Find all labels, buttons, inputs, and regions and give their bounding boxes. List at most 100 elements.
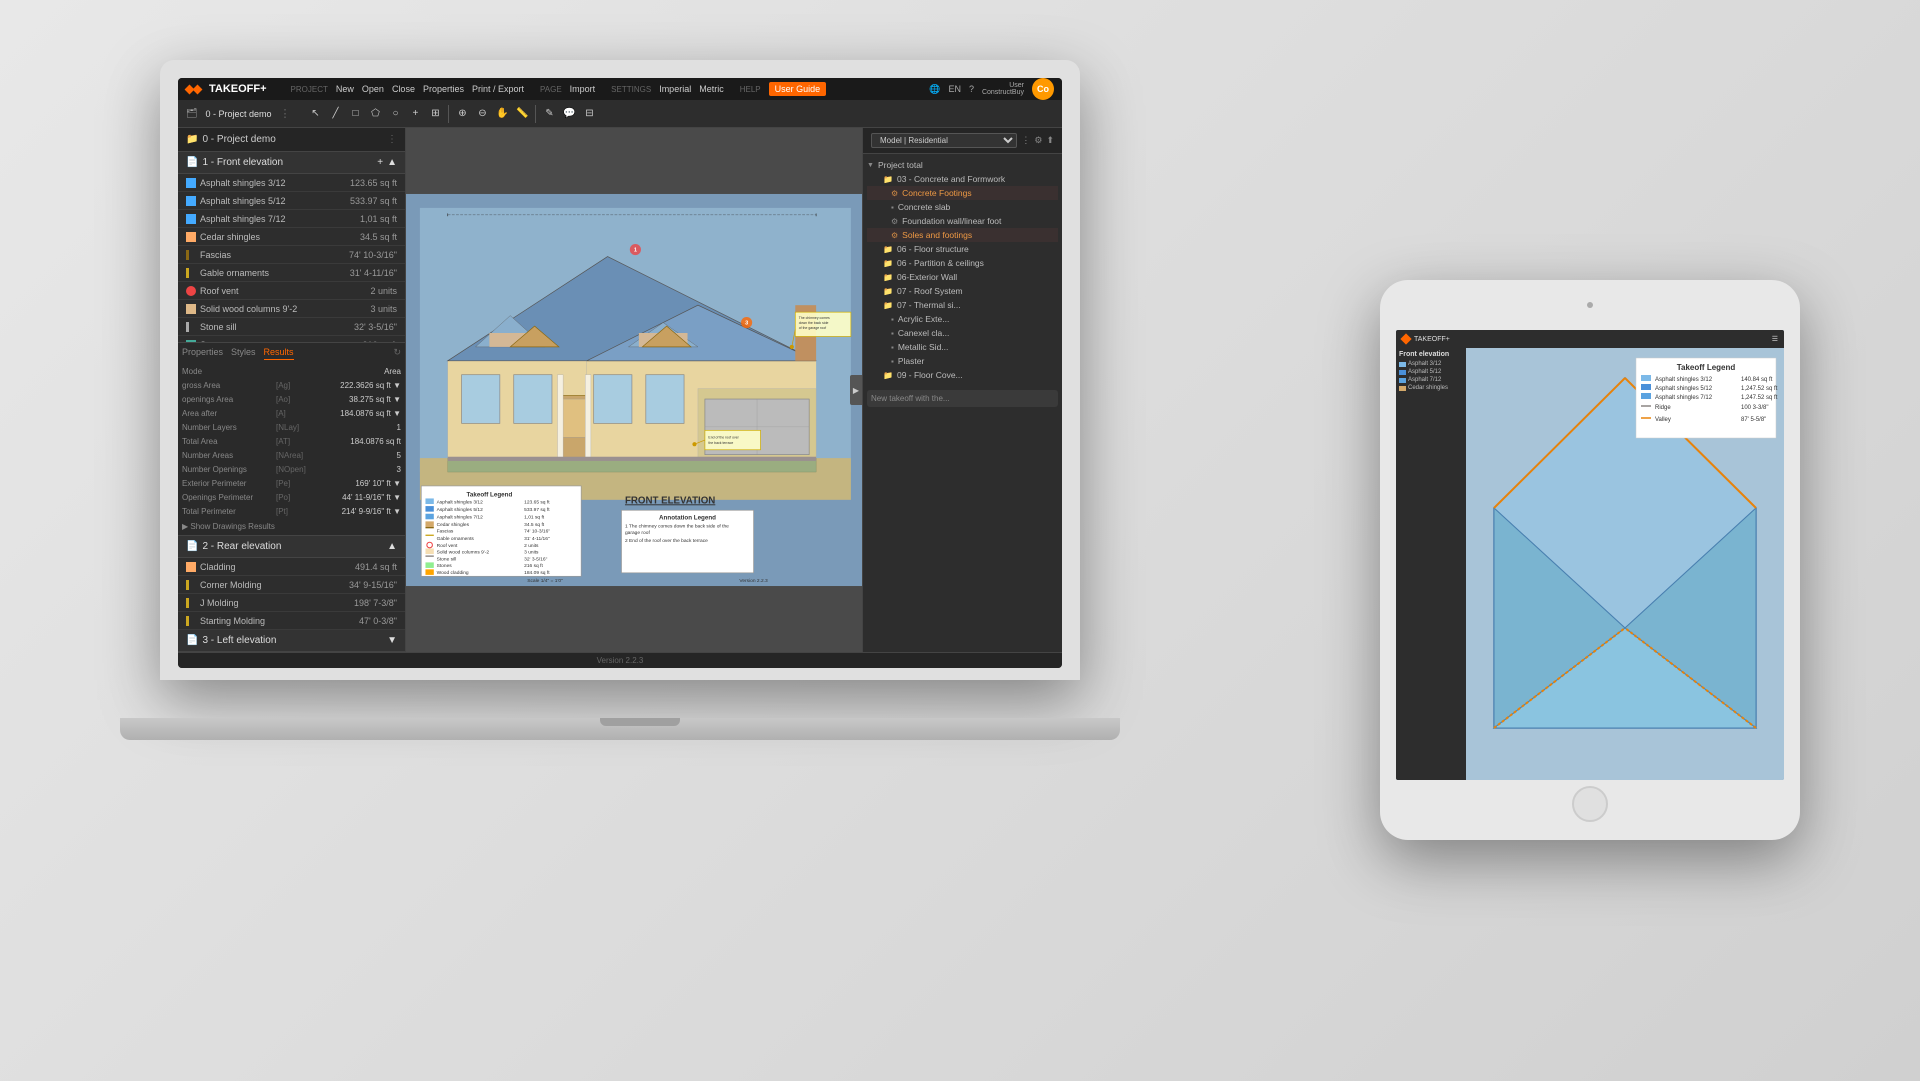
section2-header[interactable]: 📄 2 - Rear elevation ▲ bbox=[178, 536, 405, 558]
zoom-out[interactable]: ⊖ bbox=[473, 105, 491, 123]
menu-group-page: PAGE Import bbox=[540, 84, 595, 94]
tab-results[interactable]: Results bbox=[264, 347, 294, 360]
section-06-floor[interactable]: 📁 06 - Floor structure bbox=[867, 242, 1058, 256]
prop-row-ext-perim: Exterior Perimeter [Pe] 169' 10" ft ▼ bbox=[182, 476, 401, 490]
collapse-btn[interactable]: ▲ bbox=[387, 157, 397, 168]
section-09-floor[interactable]: 📁 09 - Floor Cove... bbox=[867, 368, 1058, 382]
tablet-sidebar: Front elevation Asphalt 3/12 Asphalt 5/1… bbox=[1396, 348, 1466, 780]
tool-icons: ↖ ╱ □ ⬠ ○ + ⊞ ⊕ ⊖ ✋ 📏 ✎ 💬 bbox=[306, 105, 598, 123]
section3-chevron[interactable]: ▼ bbox=[387, 635, 397, 646]
section-07-roof[interactable]: 📁 07 - Roof System bbox=[867, 284, 1058, 298]
panel-toggle[interactable]: ▶ bbox=[850, 375, 862, 405]
export-icon[interactable]: ⬆ bbox=[1046, 135, 1054, 146]
section-07-thermal[interactable]: 📁 07 - Thermal si... bbox=[867, 298, 1058, 312]
menu-import[interactable]: Import bbox=[570, 84, 596, 94]
more-options-icon[interactable]: ⋮ bbox=[1021, 135, 1030, 146]
svg-text:FRONT ELEVATION: FRONT ELEVATION bbox=[625, 495, 715, 506]
list-item[interactable]: Starting Molding 47' 0-3/8" bbox=[178, 612, 405, 630]
list-item[interactable]: J Molding 198' 7-3/8" bbox=[178, 594, 405, 612]
project-menu-icon[interactable]: ⋮ bbox=[387, 134, 397, 145]
select-tool[interactable]: ↖ bbox=[306, 105, 324, 123]
concrete-slab-item[interactable]: ▪ Concrete slab bbox=[867, 200, 1058, 214]
area-tool[interactable]: □ bbox=[346, 105, 364, 123]
secondary-toolbar: 🗂 0 - Project demo ⋮ ↖ ╱ □ ⬠ ○ + ⊞ ⊕ bbox=[178, 100, 1062, 128]
svg-text:Stone sill: Stone sill bbox=[437, 556, 457, 562]
svg-text:3 units: 3 units bbox=[524, 549, 539, 555]
list-item[interactable]: Solid wood columns 9'-2 3 units bbox=[178, 300, 405, 318]
prop-row-nareas: Number Areas [NArea] 5 bbox=[182, 448, 401, 462]
svg-text:123.65 sq ft: 123.65 sq ft bbox=[524, 499, 550, 505]
section2-collapse[interactable]: ▲ bbox=[387, 541, 397, 552]
svg-text:1,01 sq ft: 1,01 sq ft bbox=[524, 515, 545, 521]
item-color-swatch bbox=[186, 322, 196, 332]
list-item[interactable]: Gable ornaments 31' 4-11/16" bbox=[178, 264, 405, 282]
refresh-icon[interactable]: ↻ bbox=[393, 347, 401, 360]
settings-icon[interactable]: ⚙ bbox=[1034, 135, 1042, 146]
ruler-tool[interactable]: 📏 bbox=[513, 105, 531, 123]
menu-metric[interactable]: Metric bbox=[699, 84, 724, 94]
right-panel: Model | Residential ⋮ ⚙ ⬆ ▼ bbox=[862, 128, 1062, 652]
soles-footings-item[interactable]: ⚙ Soles and footings bbox=[867, 228, 1058, 242]
pan-tool[interactable]: ✋ bbox=[493, 105, 511, 123]
add-item-btn[interactable]: + bbox=[377, 157, 383, 168]
list-item[interactable]: Stone sill 32' 3-5/16" bbox=[178, 318, 405, 336]
tablet-menu-icon[interactable]: ☰ bbox=[1772, 335, 1778, 343]
new-takeoff-btn[interactable]: New takeoff with the... bbox=[867, 390, 1058, 407]
callout-tool[interactable]: 💬 bbox=[560, 105, 578, 123]
project-name: 0 - Project demo bbox=[205, 109, 271, 119]
menu-user-guide[interactable]: User Guide bbox=[769, 82, 827, 96]
prop-row-area-after: Area after [A] 184.0876 sq ft ▼ bbox=[182, 406, 401, 420]
plaster-item[interactable]: ▪ Plaster bbox=[867, 354, 1058, 368]
metallic-item[interactable]: ▪ Metallic Sid... bbox=[867, 340, 1058, 354]
count-tool[interactable]: + bbox=[406, 105, 424, 123]
section-06-partition[interactable]: 📁 06 - Partition & ceilings bbox=[867, 256, 1058, 270]
list-item[interactable]: Corner Molding 34' 9-15/16" bbox=[178, 576, 405, 594]
list-item[interactable]: Asphalt shingles 7/12 1,01 sq ft bbox=[178, 210, 405, 228]
model-select[interactable]: Model | Residential bbox=[871, 133, 1017, 148]
prop-row-total-perim: Total Perimeter [Pt] 214' 9-9/16" ft ▼ bbox=[182, 504, 401, 518]
foundation-wall-item[interactable]: ⚙ Foundation wall/linear foot bbox=[867, 214, 1058, 228]
tablet-canvas: Takeoff Legend Asphalt shingles 3/12 140… bbox=[1466, 348, 1784, 780]
list-item[interactable]: Fascias 74' 10-3/16" bbox=[178, 246, 405, 264]
line-tool[interactable]: ╱ bbox=[326, 105, 344, 123]
concrete-footings-item[interactable]: ⚙ Concrete Footings bbox=[867, 186, 1058, 200]
svg-text:Roof vent: Roof vent bbox=[437, 543, 458, 549]
canexel-item[interactable]: ▪ Canexel cla... bbox=[867, 326, 1058, 340]
list-item[interactable]: Asphalt shingles 5/12 533.97 sq ft bbox=[178, 192, 405, 210]
menu-properties[interactable]: Properties bbox=[423, 84, 464, 94]
list-item[interactable]: Cladding 491.4 sq ft bbox=[178, 558, 405, 576]
prop-row-gross: gross Area [Ag] 222.3626 sq ft ▼ bbox=[182, 378, 401, 392]
section-03[interactable]: 📁 03 - Concrete and Formwork bbox=[867, 172, 1058, 186]
menu-open[interactable]: Open bbox=[362, 84, 384, 94]
list-item[interactable]: Cedar shingles 34.5 sq ft bbox=[178, 228, 405, 246]
measure-tool[interactable]: ⊞ bbox=[426, 105, 444, 123]
right-panel-header: Model | Residential ⋮ ⚙ ⬆ bbox=[863, 128, 1062, 154]
tab-properties[interactable]: Properties bbox=[182, 347, 223, 360]
section-06-exterior[interactable]: 📁 06-Exterior Wall bbox=[867, 270, 1058, 284]
project-total-item[interactable]: ▼ Project total bbox=[867, 158, 1058, 172]
tablet-home-button[interactable] bbox=[1572, 786, 1608, 822]
acrylic-item[interactable]: ▪ Acrylic Exte... bbox=[867, 312, 1058, 326]
menu-print[interactable]: Print / Export bbox=[472, 84, 524, 94]
prop-row-openings: openings Area [Ao] 38.275 sq ft ▼ bbox=[182, 392, 401, 406]
tab-styles[interactable]: Styles bbox=[231, 347, 256, 360]
show-drawings-btn[interactable]: ▶ Show Drawings Results bbox=[182, 522, 275, 531]
menu-imperial[interactable]: Imperial bbox=[659, 84, 691, 94]
section1-header[interactable]: 📄 1 - Front elevation + ▲ bbox=[178, 152, 405, 174]
list-item[interactable]: Asphalt shingles 3/12 123.65 sq ft bbox=[178, 174, 405, 192]
svg-text:Ridge: Ridge bbox=[1655, 405, 1671, 411]
version-bar: Version 2.2.3 bbox=[178, 652, 1062, 668]
section3-header[interactable]: 📄 3 - Left elevation ▼ bbox=[178, 630, 405, 652]
annotation-tool[interactable]: ✎ bbox=[540, 105, 558, 123]
poly-tool[interactable]: ⬠ bbox=[366, 105, 384, 123]
menu-close[interactable]: Close bbox=[392, 84, 415, 94]
layer-tool[interactable]: ⊟ bbox=[580, 105, 598, 123]
zoom-in[interactable]: ⊕ bbox=[453, 105, 471, 123]
tablet-header: TAKEOFF+ ☰ bbox=[1396, 330, 1784, 348]
svg-text:2 units: 2 units bbox=[524, 543, 539, 549]
circle-tool[interactable]: ○ bbox=[386, 105, 404, 123]
list-item[interactable]: Roof vent 2 units bbox=[178, 282, 405, 300]
svg-text:Asphalt shingles 3/12: Asphalt shingles 3/12 bbox=[437, 499, 483, 505]
user-avatar[interactable]: Co bbox=[1032, 78, 1054, 100]
menu-new[interactable]: New bbox=[336, 84, 354, 94]
